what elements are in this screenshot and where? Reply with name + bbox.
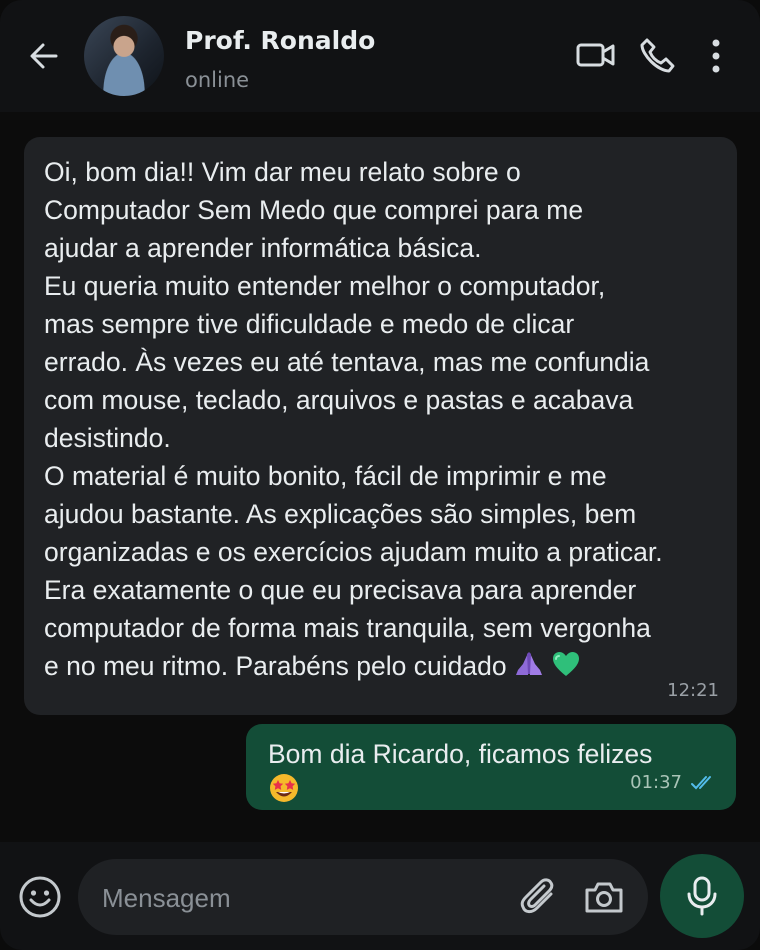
emoji-icon[interactable] xyxy=(18,875,62,919)
message-body: Oi, bom dia!! Vim dar meu relato sobre o… xyxy=(44,157,663,681)
incoming-message[interactable]: Oi, bom dia!! Vim dar meu relato sobre o… xyxy=(24,137,737,715)
more-options-icon[interactable] xyxy=(700,37,732,75)
outgoing-message[interactable]: Bom dia Ricardo, ficamos felizes 01:37 xyxy=(246,724,736,810)
green-heart-emoji xyxy=(553,652,580,676)
chat-header: Prof. Ronaldo online xyxy=(0,0,760,112)
folded-hands-emoji xyxy=(515,652,542,675)
message-time: 12:21 xyxy=(667,680,719,701)
read-receipt-icon xyxy=(691,775,711,789)
message-input-field[interactable] xyxy=(78,859,648,935)
message-input[interactable] xyxy=(100,877,504,919)
camera-icon[interactable] xyxy=(584,879,624,915)
star-struck-emoji xyxy=(270,774,298,802)
message-time: 01:37 xyxy=(630,772,682,793)
message-meta: 01:37 xyxy=(630,772,718,793)
message-body: Bom dia Ricardo, ficamos felizes xyxy=(268,739,653,769)
microphone-button[interactable] xyxy=(660,854,744,938)
composer-bar xyxy=(0,842,760,950)
video-call-icon[interactable] xyxy=(576,37,616,73)
contact-status: online xyxy=(185,68,250,92)
microphone-icon xyxy=(687,876,717,916)
phone-icon[interactable] xyxy=(638,37,676,75)
contact-name[interactable]: Prof. Ronaldo xyxy=(185,26,375,55)
chat-screen: Prof. Ronaldo online Oi, bom dia!! Vim d… xyxy=(0,0,760,950)
paperclip-icon[interactable] xyxy=(519,876,559,918)
back-arrow-icon[interactable] xyxy=(26,38,62,74)
message-text: Oi, bom dia!! Vim dar meu relato sobre o… xyxy=(44,153,717,685)
avatar[interactable] xyxy=(84,16,164,96)
